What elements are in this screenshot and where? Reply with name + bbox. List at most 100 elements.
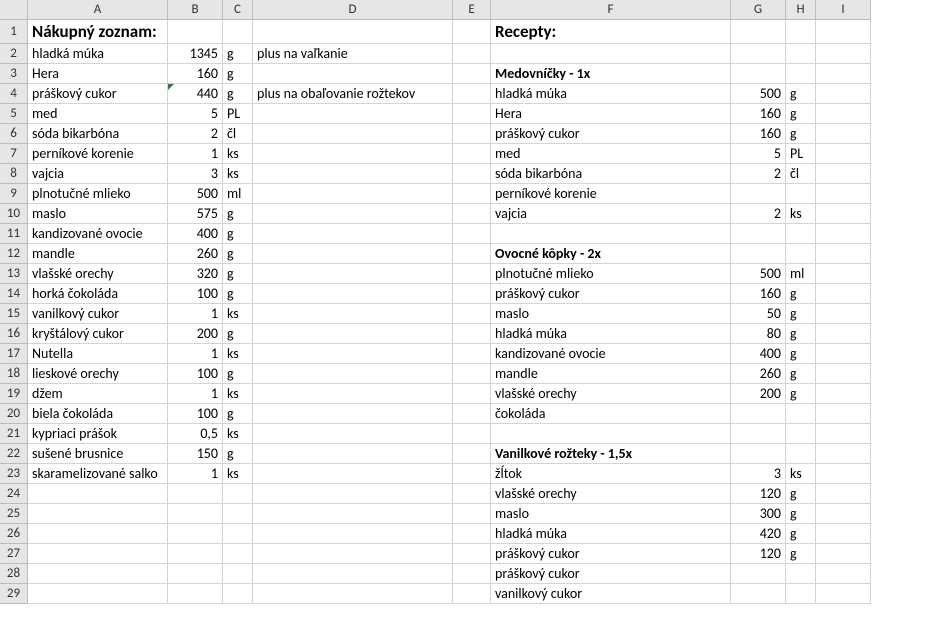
row-header-25[interactable]: 25 [0,504,28,524]
cell-F10[interactable]: vajcia [491,204,731,224]
cell-D18[interactable] [253,364,453,384]
cell-I26[interactable] [816,524,871,544]
cell-H11[interactable] [786,224,816,244]
cell-G6[interactable]: 160 [731,124,786,144]
cell-H17[interactable]: g [786,344,816,364]
cell-I15[interactable] [816,304,871,324]
cell-E22[interactable] [453,444,491,464]
column-header-A[interactable]: A [28,0,168,20]
cell-F27[interactable]: práškový cukor [491,544,731,564]
row-header-20[interactable]: 20 [0,404,28,424]
cell-C15[interactable]: ks [223,304,253,324]
cell-B14[interactable]: 100 [168,284,223,304]
cell-A23[interactable]: skaramelizované salko [28,464,168,484]
cell-E14[interactable] [453,284,491,304]
cell-D24[interactable] [253,484,453,504]
cell-C11[interactable]: g [223,224,253,244]
cell-A29[interactable] [28,584,168,604]
cell-F26[interactable]: hladká múka [491,524,731,544]
cell-D13[interactable] [253,264,453,284]
cell-F23[interactable]: žĺtok [491,464,731,484]
cell-F21[interactable] [491,424,731,444]
cell-I2[interactable] [816,44,871,64]
cell-F15[interactable]: maslo [491,304,731,324]
cell-I5[interactable] [816,104,871,124]
cell-I21[interactable] [816,424,871,444]
cell-B18[interactable]: 100 [168,364,223,384]
cell-F19[interactable]: vlašské orechy [491,384,731,404]
cell-F2[interactable] [491,44,731,64]
cell-B1[interactable] [168,20,223,44]
cell-A27[interactable] [28,544,168,564]
cell-G10[interactable]: 2 [731,204,786,224]
cell-G18[interactable]: 260 [731,364,786,384]
cell-A21[interactable]: kypriaci prášok [28,424,168,444]
cell-I16[interactable] [816,324,871,344]
cell-G13[interactable]: 500 [731,264,786,284]
cell-A11[interactable]: kandizované ovocie [28,224,168,244]
cell-C12[interactable]: g [223,244,253,264]
cell-I7[interactable] [816,144,871,164]
cell-H21[interactable] [786,424,816,444]
cell-G22[interactable] [731,444,786,464]
cell-B8[interactable]: 3 [168,164,223,184]
cell-D4[interactable]: plus na obaľovanie rožtekov [253,84,453,104]
row-header-9[interactable]: 9 [0,184,28,204]
cell-A1[interactable]: Nákupný zoznam: [28,20,168,44]
cell-C16[interactable]: g [223,324,253,344]
cell-B27[interactable] [168,544,223,564]
cell-D10[interactable] [253,204,453,224]
cell-C22[interactable]: g [223,444,253,464]
cell-F9[interactable]: perníkové korenie [491,184,731,204]
cell-F13[interactable]: plnotučné mlieko [491,264,731,284]
column-header-D[interactable]: D [253,0,453,20]
cell-G14[interactable]: 160 [731,284,786,304]
cell-E18[interactable] [453,364,491,384]
cell-C27[interactable] [223,544,253,564]
cell-B2[interactable]: 1345 [168,44,223,64]
cell-B9[interactable]: 500 [168,184,223,204]
cell-C5[interactable]: PL [223,104,253,124]
cell-G21[interactable] [731,424,786,444]
cell-I19[interactable] [816,384,871,404]
cell-E26[interactable] [453,524,491,544]
cell-D8[interactable] [253,164,453,184]
cell-A9[interactable]: plnotučné mlieko [28,184,168,204]
cell-I6[interactable] [816,124,871,144]
cell-C2[interactable]: g [223,44,253,64]
cell-F4[interactable]: hladká múka [491,84,731,104]
cell-E11[interactable] [453,224,491,244]
cell-I14[interactable] [816,284,871,304]
cell-A12[interactable]: mandle [28,244,168,264]
cell-B4[interactable]: 440 [168,84,223,104]
cell-D17[interactable] [253,344,453,364]
cell-E23[interactable] [453,464,491,484]
row-header-7[interactable]: 7 [0,144,28,164]
cell-G26[interactable]: 420 [731,524,786,544]
cell-B26[interactable] [168,524,223,544]
cell-F29[interactable]: vanilkový cukor [491,584,731,604]
cell-H15[interactable]: g [786,304,816,324]
cell-F1[interactable]: Recepty: [491,20,731,44]
column-header-I[interactable]: I [816,0,871,20]
cell-I18[interactable] [816,364,871,384]
cell-D23[interactable] [253,464,453,484]
cell-C18[interactable]: g [223,364,253,384]
cell-B13[interactable]: 320 [168,264,223,284]
cell-B15[interactable]: 1 [168,304,223,324]
row-header-3[interactable]: 3 [0,64,28,84]
cell-E3[interactable] [453,64,491,84]
cell-F11[interactable] [491,224,731,244]
cell-E1[interactable] [453,20,491,44]
row-header-28[interactable]: 28 [0,564,28,584]
cell-F20[interactable]: čokoláda [491,404,731,424]
row-header-22[interactable]: 22 [0,444,28,464]
cell-A8[interactable]: vajcia [28,164,168,184]
cell-E4[interactable] [453,84,491,104]
cell-G29[interactable] [731,584,786,604]
cell-F7[interactable]: med [491,144,731,164]
cell-A6[interactable]: sóda bikarbóna [28,124,168,144]
cell-H24[interactable]: g [786,484,816,504]
cell-G25[interactable]: 300 [731,504,786,524]
cell-I11[interactable] [816,224,871,244]
